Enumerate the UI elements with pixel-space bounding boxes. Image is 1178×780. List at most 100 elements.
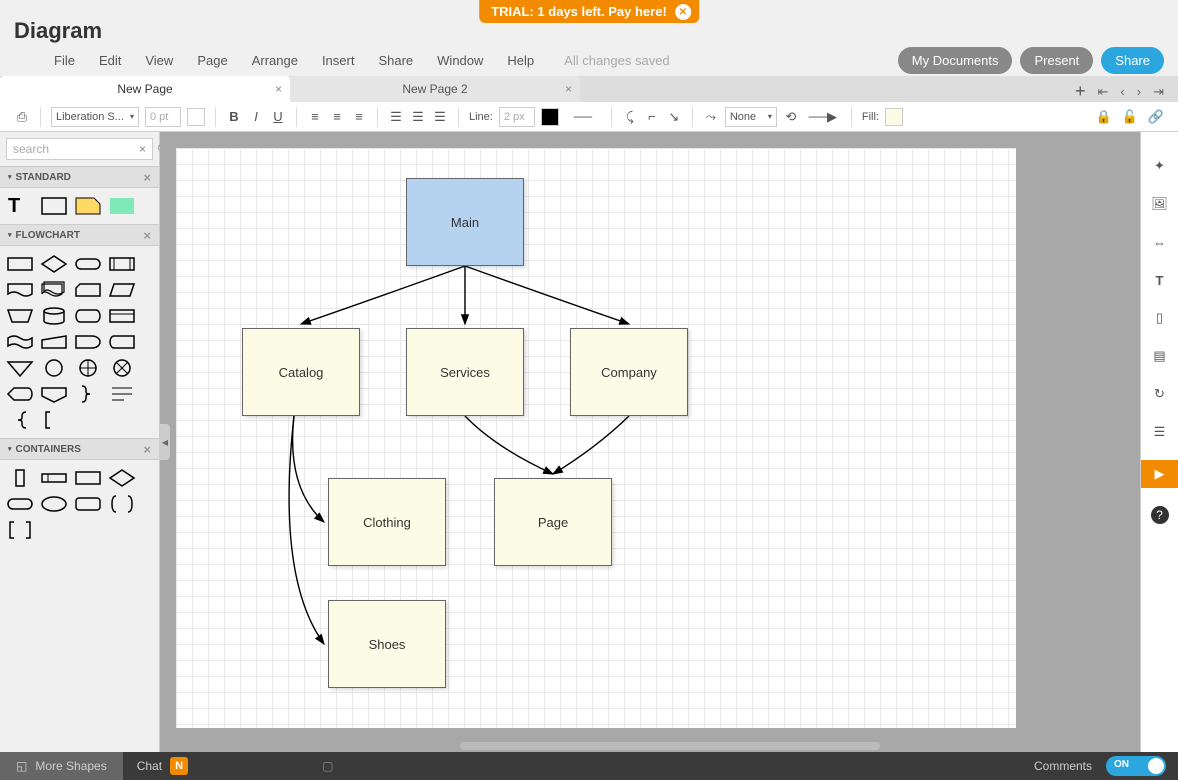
terminator-shape[interactable]	[74, 254, 102, 274]
italic-icon[interactable]: I	[248, 109, 264, 125]
bracket-shape[interactable]	[40, 410, 68, 430]
node-catalog[interactable]: Catalog	[242, 328, 360, 416]
brackets-container-shape[interactable]	[6, 520, 34, 540]
node-company[interactable]: Company	[570, 328, 688, 416]
ellipse-container-shape[interactable]	[40, 494, 68, 514]
database-shape[interactable]	[40, 306, 68, 326]
menu-view[interactable]: View	[145, 53, 173, 68]
sum-shape[interactable]	[108, 358, 136, 378]
fill-color-box[interactable]	[885, 108, 903, 126]
connector-curve-icon[interactable]: ⤹	[622, 109, 638, 125]
comments-toggle[interactable]: ON	[1106, 756, 1166, 776]
panel-standard[interactable]: STANDARD ×	[0, 166, 159, 188]
nav-first-icon[interactable]: ⇤	[1098, 84, 1109, 100]
internal-shape[interactable]	[108, 306, 136, 326]
merge-shape[interactable]	[6, 358, 34, 378]
valign-bot-icon[interactable]: ☰	[432, 109, 448, 125]
display-shape[interactable]	[6, 384, 34, 404]
nav-last-icon[interactable]: ⇥	[1153, 84, 1164, 100]
panel-containers[interactable]: CONTAINERS ×	[0, 438, 159, 460]
delay-shape[interactable]	[74, 332, 102, 352]
rect-shape[interactable]	[40, 196, 68, 216]
manual-input-shape[interactable]	[40, 332, 68, 352]
menu-file[interactable]: File	[54, 53, 75, 68]
route-icon[interactable]: ⤳	[703, 109, 719, 125]
chat-badge[interactable]: N	[170, 757, 188, 775]
diamond-container-shape[interactable]	[108, 468, 136, 488]
connector-angle-icon[interactable]: ⌐	[644, 109, 660, 125]
link-icon[interactable]: 🔗	[1148, 109, 1164, 125]
close-icon[interactable]: ×	[275, 82, 282, 96]
search-input[interactable]: search × 🔍	[6, 138, 153, 160]
navigator-icon[interactable]: ✦	[1150, 156, 1170, 176]
close-icon[interactable]: ✕	[675, 4, 691, 20]
close-icon[interactable]: ×	[143, 442, 151, 457]
tape-shape[interactable]	[6, 332, 34, 352]
document-shape[interactable]	[6, 280, 34, 300]
share-button[interactable]: Share	[1101, 47, 1164, 74]
or-shape[interactable]	[74, 358, 102, 378]
my-documents-button[interactable]: My Documents	[898, 47, 1013, 74]
font-size-input[interactable]: 0 pt	[145, 107, 181, 127]
collapse-sidebar-handle[interactable]: ◀	[160, 424, 170, 460]
nav-next-icon[interactable]: ›	[1137, 84, 1141, 99]
comments-button[interactable]: Comments	[1020, 759, 1106, 773]
data-shape[interactable]	[108, 280, 136, 300]
braces-container-shape[interactable]	[108, 494, 136, 514]
connector-straight-icon[interactable]: ↘	[666, 109, 682, 125]
swap-icon[interactable]: ⟲	[783, 109, 799, 125]
menu-edit[interactable]: Edit	[99, 53, 121, 68]
tab-new-page-2[interactable]: New Page 2 ×	[290, 76, 580, 102]
menu-help[interactable]: Help	[507, 53, 534, 68]
stored-shape[interactable]	[108, 332, 136, 352]
document-title[interactable]: Diagram	[14, 18, 102, 44]
image-icon[interactable]: 🖼	[1150, 194, 1170, 214]
valign-mid-icon[interactable]: ☰	[410, 109, 426, 125]
swimlane-h-shape[interactable]	[40, 468, 68, 488]
line-width-input[interactable]: 2 px	[499, 107, 535, 127]
close-icon[interactable]: ×	[143, 170, 151, 185]
swimlane-v-shape[interactable]	[6, 468, 34, 488]
green-rect-shape[interactable]	[108, 196, 136, 216]
brace-right-shape[interactable]	[74, 384, 102, 404]
history-icon[interactable]: ↻	[1150, 384, 1170, 404]
menu-insert[interactable]: Insert	[322, 53, 355, 68]
help-icon[interactable]: ?	[1151, 506, 1169, 524]
manual-shape[interactable]	[6, 306, 34, 326]
multidoc-shape[interactable]	[40, 280, 68, 300]
align-left-icon[interactable]: ≡	[307, 109, 323, 125]
note-shape[interactable]	[74, 196, 102, 216]
offpage-shape[interactable]	[40, 384, 68, 404]
direct-shape[interactable]	[74, 306, 102, 326]
canvas-area[interactable]: ◀ Main Catalog Ser	[160, 132, 1140, 752]
present-button[interactable]: Present	[1020, 47, 1093, 74]
text-color-box[interactable]	[187, 108, 205, 126]
arrow-start-select[interactable]: None▾	[725, 107, 777, 127]
close-icon[interactable]: ×	[143, 228, 151, 243]
print-icon[interactable]: ⎙	[14, 109, 30, 125]
presentation-icon[interactable]: ▶	[1141, 460, 1178, 488]
underline-icon[interactable]: U	[270, 109, 286, 125]
horizontal-scrollbar[interactable]	[460, 742, 880, 750]
text-icon[interactable]: T	[1150, 270, 1170, 290]
pill-container-shape[interactable]	[6, 494, 34, 514]
unlock-icon[interactable]: 🔓	[1122, 109, 1138, 125]
more-shapes-button[interactable]: ◱ More Shapes	[0, 752, 123, 780]
align-center-icon[interactable]: ≡	[329, 109, 345, 125]
menu-arrange[interactable]: Arrange	[252, 53, 298, 68]
valign-top-icon[interactable]: ☰	[388, 109, 404, 125]
tab-new-page[interactable]: New Page ×	[0, 76, 290, 102]
align-right-icon[interactable]: ≡	[351, 109, 367, 125]
decision-shape[interactable]	[40, 254, 68, 274]
arrow-end-icon[interactable]: ──▶	[805, 109, 841, 125]
trial-banner[interactable]: TRIAL: 1 days left. Pay here! ✕	[479, 0, 699, 23]
clear-icon[interactable]: ×	[139, 142, 146, 156]
panel-flowchart[interactable]: FLOWCHART ×	[0, 224, 159, 246]
predefined-shape[interactable]	[108, 254, 136, 274]
dimensions-icon[interactable]: ⇔	[1150, 232, 1170, 252]
page-icon[interactable]: ▯	[1150, 308, 1170, 328]
lock-icon[interactable]: 🔒	[1096, 109, 1112, 125]
node-page[interactable]: Page	[494, 478, 612, 566]
add-page-button[interactable]: +	[1075, 81, 1086, 102]
chat-label[interactable]: Chat	[137, 759, 162, 773]
